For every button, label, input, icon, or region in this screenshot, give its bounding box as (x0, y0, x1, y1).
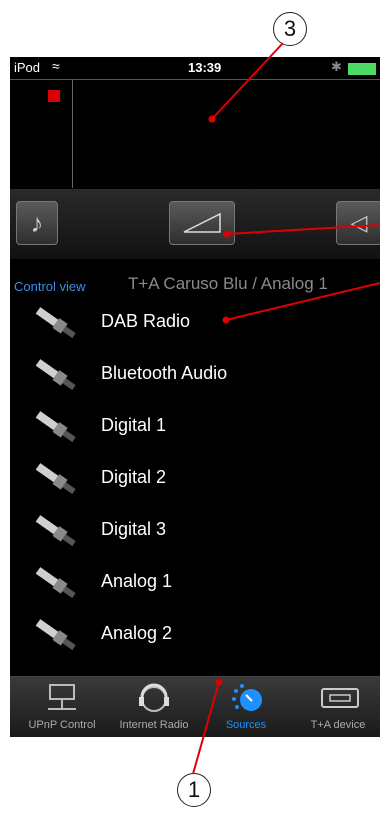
callout-line-4 (225, 282, 380, 321)
callout-line-3 (211, 42, 284, 120)
callout-dot-1 (215, 678, 223, 686)
callout-dot-2 (223, 230, 231, 238)
callout-dot-4 (222, 316, 230, 324)
callout-line-1 (192, 681, 220, 775)
callout-line-2 (226, 224, 380, 235)
callout-lines (192, 42, 380, 775)
callout-dot-3 (208, 115, 216, 123)
